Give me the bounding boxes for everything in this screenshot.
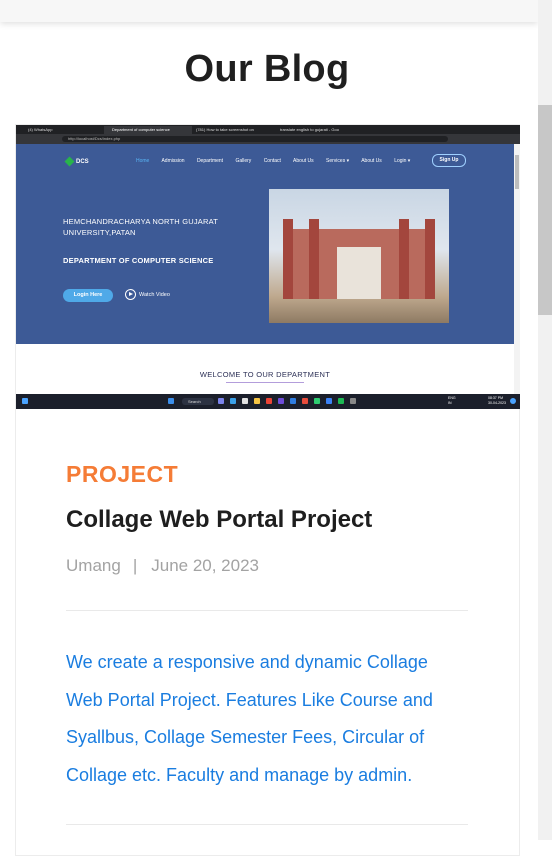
browser-tab: (781) How to take screenshot on	[196, 127, 254, 132]
edge-icon	[230, 398, 236, 404]
site-nav-item: Gallery	[235, 158, 252, 164]
page-scrollbar-thumb[interactable]	[538, 105, 552, 315]
taskbar-clock: 08:37 PM 30-04-2023	[488, 396, 506, 405]
site-welcome-heading: WELCOME TO OUR DEPARTMENT	[199, 370, 331, 379]
browser-tab: Department of computer science	[104, 126, 192, 134]
chrome-icon	[266, 398, 272, 404]
post-date: June 20, 2023	[151, 556, 259, 575]
site-logo: DCS	[64, 156, 89, 167]
taskbar-search: Search	[182, 398, 214, 405]
meta-separator: |	[132, 556, 138, 575]
store-icon	[242, 398, 248, 404]
post-excerpt: We create a responsive and dynamic Colla…	[66, 652, 433, 785]
app-icon	[302, 398, 308, 404]
site-signup-button: Sign Up	[432, 154, 466, 167]
post-category-link[interactable]: PROJECT	[66, 461, 178, 488]
windows-taskbar: Search ENG IN 08:37 PM 30-04-2023	[16, 394, 520, 409]
site-nav-item: Home	[136, 158, 150, 164]
post-meta: Umang | June 20, 2023	[66, 556, 259, 576]
spotify-icon	[338, 398, 344, 404]
site-nav: Home Admission Department Gallery Contac…	[136, 158, 421, 164]
site-header-bar	[0, 0, 538, 22]
post-author[interactable]: Umang	[66, 556, 121, 575]
browser-address-row: http://localhost/Dcs/index.php	[16, 134, 520, 144]
vscode-icon	[290, 398, 296, 404]
browser-tab: (4) WhatsApp	[28, 127, 53, 132]
app-icon	[278, 398, 284, 404]
site-department-name: DEPARTMENT OF COMPUTER SCIENCE	[63, 256, 214, 265]
section-title: Our Blog	[184, 48, 350, 90]
excerpt-divider	[66, 824, 468, 825]
widgets-icon	[22, 398, 28, 404]
start-icon	[168, 398, 174, 404]
preview-scrollbar-thumb	[515, 155, 519, 189]
chat-icon	[218, 398, 224, 404]
site-nav-item: About Us	[361, 158, 382, 164]
logo-diamond-icon	[64, 156, 75, 167]
site-nav-item: About Us	[293, 158, 314, 164]
site-nav-item: Login ▾	[394, 158, 411, 164]
site-nav-item: Admission	[161, 158, 185, 164]
browser-tab: translate english to gujarati - Goo	[280, 127, 339, 132]
site-building-photo	[269, 189, 449, 323]
meta-divider	[66, 610, 468, 611]
site-nav-item: Services ▾	[326, 158, 350, 164]
folder-icon	[254, 398, 260, 404]
welcome-underline	[226, 382, 304, 383]
post-featured-image[interactable]: (4) WhatsApp Department of computer scie…	[16, 125, 520, 409]
play-icon	[125, 289, 136, 301]
app-icon	[326, 398, 332, 404]
notification-icon	[510, 398, 516, 404]
site-university-name: HEMCHANDRACHARYA NORTH GUJARAT UNIVERSIT…	[63, 217, 219, 237]
site-login-button: Login Here	[63, 289, 113, 302]
site-nav-item: Department	[196, 158, 224, 164]
whatsapp-icon	[314, 398, 320, 404]
app-icon	[350, 398, 356, 404]
site-hero: DCS Home Admission Department Gallery Co…	[16, 144, 514, 344]
post-title[interactable]: Collage Web Portal Project	[66, 506, 372, 534]
browser-tab-strip: (4) WhatsApp Department of computer scie…	[16, 125, 520, 134]
site-nav-item: Contact	[263, 158, 281, 164]
site-preview: DCS Home Admission Department Gallery Co…	[16, 144, 514, 394]
site-watch-video: Watch Video	[125, 289, 170, 302]
browser-url: http://localhost/Dcs/index.php	[62, 136, 448, 142]
taskbar-language: ENG IN	[448, 396, 456, 405]
